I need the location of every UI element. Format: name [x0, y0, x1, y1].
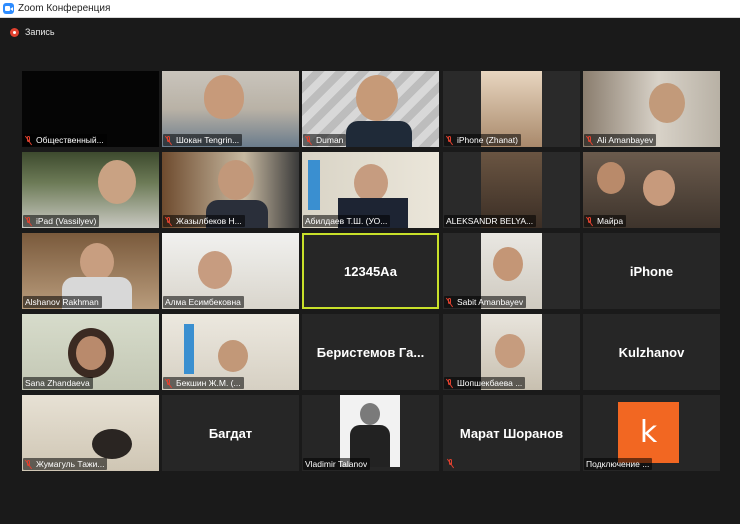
video-tile[interactable]: Duman: [302, 71, 439, 147]
participant-name: Kulzhanov: [618, 344, 685, 360]
participant-name: Alshanov Rakhman: [25, 297, 99, 307]
participant-name: 12345Аа: [344, 263, 397, 279]
participant-name: Шопшекбаева ...: [457, 378, 523, 388]
mic-muted-icon: [586, 216, 593, 226]
participant-name: Duman: [316, 135, 344, 145]
participant-name: iPhone (Zhanat): [457, 135, 518, 145]
mic-muted-icon: [165, 378, 172, 388]
video-tile[interactable]: iPad (Vassilyev): [22, 152, 159, 228]
video-tile[interactable]: Sabit Amanbayev: [443, 233, 580, 309]
participant-name: Беристемов Га...: [316, 344, 425, 360]
mic-muted-icon: [305, 135, 312, 145]
video-tile[interactable]: Жазылбеков Н...: [162, 152, 299, 228]
video-tile[interactable]: Ali Amanbayev: [583, 71, 720, 147]
mic-muted-icon: [165, 135, 172, 145]
participant-name: Sabit Amanbayev: [457, 297, 524, 307]
participant-nameplate: Vladimir Talanov: [303, 458, 371, 470]
participant-name: Жумагуль Тажи...: [36, 459, 105, 469]
mic-muted-icon: [586, 135, 593, 145]
participant-name: iPad (Vassilyev): [36, 216, 97, 226]
participant-nameplate: Майра: [584, 215, 627, 227]
video-tile[interactable]: Vladimir Talanov: [302, 395, 439, 471]
participant-name: Подключение ...: [586, 459, 650, 469]
participant-name: Шокан Tengrin...: [176, 135, 240, 145]
video-tile[interactable]: Общественный...: [22, 71, 159, 147]
video-tile[interactable]: Жумагуль Тажи...: [22, 395, 159, 471]
video-gallery: Общественный... Шокан Tengrin... Duman i…: [0, 0, 740, 524]
participant-name: Абилдаев Т.Ш. (УО...: [305, 216, 388, 226]
mic-muted-icon: [446, 378, 453, 388]
video-tile[interactable]: iPhone: [583, 233, 720, 309]
video-tile[interactable]: Kulzhanov: [583, 314, 720, 390]
participant-name: Sana Zhandaeva: [25, 378, 90, 388]
video-tile[interactable]: Sana Zhandaeva: [22, 314, 159, 390]
video-tile[interactable]: ALEKSANDR BELYA...: [443, 152, 580, 228]
participant-name: Vladimir Talanov: [305, 459, 368, 469]
participant-nameplate: Шокан Tengrin...: [163, 134, 243, 146]
video-tile[interactable]: Бекшин Ж.М. (...: [162, 314, 299, 390]
participant-nameplate: iPhone (Zhanat): [444, 134, 521, 146]
participant-name: iPhone: [629, 263, 674, 279]
participant-nameplate: Шопшекбаева ...: [444, 377, 526, 389]
participant-name: Общественный...: [36, 135, 104, 145]
participant-nameplate: Подключение ...: [584, 458, 653, 470]
participant-nameplate: Duman: [303, 134, 347, 146]
video-tile[interactable]: Беристемов Га...: [302, 314, 439, 390]
participant-nameplate: Абилдаев Т.Ш. (УО...: [303, 215, 391, 227]
participant-nameplate: Жумагуль Тажи...: [23, 458, 108, 470]
participant-name: ALEKSANDR BELYA...: [446, 216, 534, 226]
mic-muted-icon: [25, 135, 32, 145]
active-speaker-tile[interactable]: 12345Аа: [302, 233, 439, 309]
video-tile[interactable]: Alshanov Rakhman: [22, 233, 159, 309]
profile-picture: [340, 395, 400, 467]
participant-nameplate: ALEKSANDR BELYA...: [444, 215, 537, 227]
video-tile[interactable]: Шопшекбаева ...: [443, 314, 580, 390]
participant-nameplate: Alshanov Rakhman: [23, 296, 102, 308]
participant-name: Бекшин Ж.М. (...: [176, 378, 241, 388]
participant-name: Багдат: [208, 425, 253, 441]
video-tile[interactable]: Багдат: [162, 395, 299, 471]
video-tile[interactable]: Алма Есимбековна: [162, 233, 299, 309]
mic-muted-icon: [446, 297, 453, 307]
mic-muted-icon: [165, 216, 172, 226]
video-tile[interactable]: k Подключение ...: [583, 395, 720, 471]
mic-muted-icon: [25, 459, 32, 469]
video-tile[interactable]: Марат Шоранов: [443, 395, 580, 471]
video-tile[interactable]: iPhone (Zhanat): [443, 71, 580, 147]
k-logo-icon: k: [618, 402, 679, 463]
participant-nameplate: iPad (Vassilyev): [23, 215, 100, 227]
participant-name: Алма Есимбековна: [165, 297, 241, 307]
participant-nameplate: Ali Amanbayev: [584, 134, 657, 146]
participant-nameplate: Жазылбеков Н...: [163, 215, 245, 227]
participant-nameplate: Общественный...: [23, 134, 107, 146]
participant-name: Ali Amanbayev: [597, 135, 654, 145]
mic-muted-icon: [25, 216, 32, 226]
participant-nameplate: Бекшин Ж.М. (...: [163, 377, 244, 389]
participant-name: Майра: [597, 216, 624, 226]
mic-muted-icon: [447, 459, 454, 468]
participant-nameplate: Sana Zhandaeva: [23, 377, 93, 389]
participant-nameplate: Sabit Amanbayev: [444, 296, 527, 308]
mic-muted-icon: [446, 135, 453, 145]
participant-name: Жазылбеков Н...: [176, 216, 242, 226]
video-tile[interactable]: Абилдаев Т.Ш. (УО...: [302, 152, 439, 228]
video-tile[interactable]: Шокан Tengrin...: [162, 71, 299, 147]
video-tile[interactable]: Майра: [583, 152, 720, 228]
participant-name: Марат Шоранов: [459, 425, 564, 441]
participant-nameplate: Алма Есимбековна: [163, 296, 244, 308]
